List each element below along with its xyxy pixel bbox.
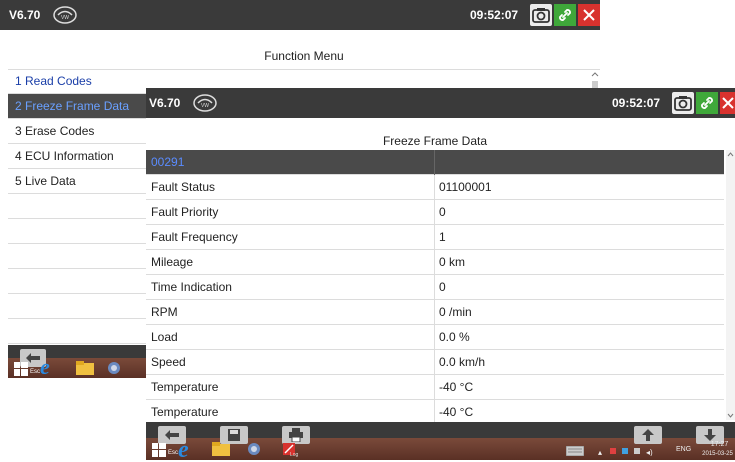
menu-item-empty xyxy=(8,294,146,319)
svg-text:VW: VW xyxy=(61,15,69,21)
back-titlebar: V6.70 VW 09:52:07 xyxy=(0,0,600,30)
table-header-row: 00291 xyxy=(146,150,724,175)
vw-logo-icon: VW xyxy=(192,93,218,113)
page-title: Function Menu xyxy=(264,49,344,63)
camera-icon[interactable] xyxy=(530,4,552,26)
row-value: 0.0 % xyxy=(439,330,470,344)
row-value: 01100001 xyxy=(439,180,492,194)
row-value: -40 °C xyxy=(439,380,474,394)
table-row[interactable]: Mileage 0 km xyxy=(146,250,724,275)
row-label: Mileage xyxy=(151,255,194,269)
page-title: Freeze Frame Data xyxy=(382,134,488,148)
row-label: Speed xyxy=(151,355,186,369)
app-icon[interactable] xyxy=(246,442,262,456)
table-row[interactable]: Fault Status 01100001 xyxy=(146,175,724,200)
menu-item-ecu-information[interactable]: 4 ECU Information xyxy=(8,144,146,169)
row-value: 0 /min xyxy=(439,305,472,319)
table-row[interactable]: Speed 0.0 km/h xyxy=(146,350,724,375)
ie-icon[interactable]: e xyxy=(176,437,198,462)
row-value: 0 xyxy=(439,205,446,219)
svg-text:◂): ◂) xyxy=(646,448,653,456)
table-row[interactable]: Time Indication 0 xyxy=(146,275,724,300)
up-arrow-icon[interactable] xyxy=(634,426,662,444)
row-label: Load xyxy=(151,330,178,344)
clock-date: 2015-03-25 xyxy=(702,451,733,457)
folder-icon[interactable] xyxy=(76,361,94,375)
menu-item-erase-codes[interactable]: 3 Erase Codes xyxy=(8,119,146,144)
row-label: RPM xyxy=(151,305,178,319)
windows-start-icon[interactable] xyxy=(14,362,28,376)
row-label: Time Indication xyxy=(151,280,232,294)
row-value: 0 km xyxy=(439,255,466,269)
close-icon[interactable] xyxy=(578,4,600,26)
clock: 09:52:07 xyxy=(470,8,519,22)
fault-code: 00291 xyxy=(151,155,185,169)
version-label: V6.70 xyxy=(149,96,181,110)
app-icon[interactable] xyxy=(106,361,122,375)
function-menu-header: Function Menu xyxy=(8,44,600,70)
keyboard-icon[interactable] xyxy=(565,445,585,457)
menu-item-empty xyxy=(8,219,146,244)
vw-logo-icon: VW xyxy=(52,5,78,25)
partial-label: Log xyxy=(290,452,299,458)
table-row[interactable]: Load 0.0 % xyxy=(146,325,724,350)
scrollbar[interactable] xyxy=(590,70,600,90)
camera-icon[interactable] xyxy=(672,92,694,114)
menu-item-empty xyxy=(8,269,146,294)
menu-item-empty xyxy=(8,244,146,269)
row-value: 0.0 km/h xyxy=(439,355,486,369)
language-indicator[interactable]: ENG xyxy=(676,446,691,453)
close-icon[interactable] xyxy=(720,92,735,114)
folder-icon[interactable] xyxy=(212,442,230,456)
version-label: V6.70 xyxy=(9,8,41,22)
freeze-frame-header: Freeze Frame Data xyxy=(146,130,724,152)
front-titlebar: V6.70 VW 09:52:07 xyxy=(146,88,735,118)
scrollbar[interactable] xyxy=(726,150,735,420)
table-row[interactable]: Temperature -40 °C xyxy=(146,375,724,400)
row-label: Fault Frequency xyxy=(151,230,238,244)
link-icon[interactable] xyxy=(696,92,718,114)
table-row[interactable]: RPM 0 /min xyxy=(146,300,724,325)
ie-icon[interactable]: e xyxy=(38,354,60,379)
windows-start-icon[interactable] xyxy=(152,443,166,457)
menu-item-empty xyxy=(8,319,146,344)
system-clock[interactable]: 17:27 2015-03-25 xyxy=(702,440,735,460)
row-label: Temperature xyxy=(151,380,219,394)
svg-text:VW: VW xyxy=(201,103,209,109)
table-row[interactable]: Fault Priority 0 xyxy=(146,200,724,225)
table-row[interactable]: Fault Frequency 1 xyxy=(146,225,724,250)
svg-text:▴: ▴ xyxy=(598,448,602,456)
link-icon[interactable] xyxy=(554,4,576,26)
menu-item-live-data[interactable]: 5 Live Data xyxy=(8,169,146,194)
menu-item-freeze-frame[interactable]: 2 Freeze Frame Data xyxy=(8,94,146,119)
row-value: 0 xyxy=(439,280,446,294)
svg-text:e: e xyxy=(178,437,189,459)
row-label: Fault Status xyxy=(151,180,216,194)
menu-item-empty xyxy=(8,194,146,219)
clock: 09:52:07 xyxy=(612,96,661,110)
menu-item-read-codes[interactable]: 1 Read Codes xyxy=(8,69,146,94)
svg-text:e: e xyxy=(40,356,50,376)
row-value: 1 xyxy=(439,230,446,244)
system-tray-icons[interactable]: ▴ ◂) xyxy=(598,445,670,457)
row-label: Fault Priority xyxy=(151,205,219,219)
clock-time: 17:27 xyxy=(710,441,729,448)
